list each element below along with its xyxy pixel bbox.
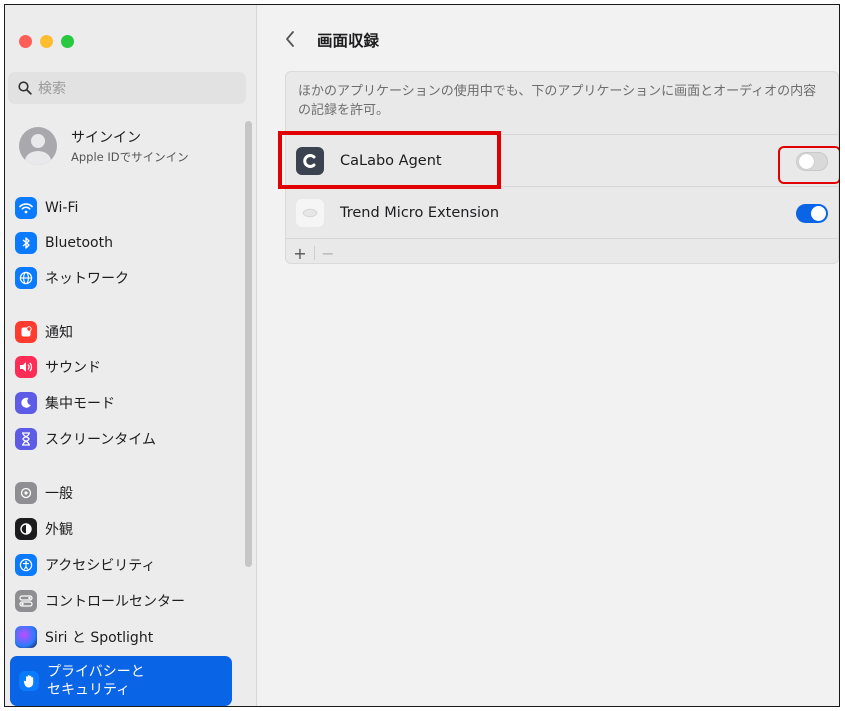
sidebar-item-notifications[interactable]: 通知 bbox=[15, 317, 237, 347]
search-icon bbox=[18, 81, 32, 95]
sidebar-item-label: 集中モード bbox=[45, 396, 115, 412]
account-name: サインイン bbox=[71, 130, 141, 146]
trend-micro-icon bbox=[296, 198, 324, 227]
sidebar-item-appearance[interactable]: 外観 bbox=[15, 514, 237, 544]
sidebar-item-label: 一般 bbox=[45, 486, 73, 502]
app-name: Trend Micro Extension bbox=[340, 204, 500, 221]
hourglass-icon bbox=[15, 428, 37, 450]
minimize-window-button[interactable] bbox=[40, 35, 53, 48]
sidebar-item-wifi[interactable]: Wi-Fi bbox=[15, 193, 237, 223]
sidebar-item-accessibility[interactable]: アクセシビリティ bbox=[15, 550, 237, 580]
control-center-icon bbox=[15, 590, 37, 612]
search-field[interactable]: 検索 bbox=[8, 72, 246, 104]
highlight-box-calabo-toggle bbox=[778, 146, 839, 184]
close-window-button[interactable] bbox=[19, 35, 32, 48]
remove-app-button[interactable]: − bbox=[315, 244, 341, 263]
sidebar-item-label: プライバシーと bbox=[47, 663, 145, 680]
avatar-icon bbox=[19, 127, 57, 165]
page-title: 画面収録 bbox=[317, 32, 380, 50]
search-placeholder: 検索 bbox=[38, 81, 66, 97]
siri-icon bbox=[15, 626, 37, 648]
trend-micro-toggle[interactable] bbox=[796, 204, 828, 223]
sidebar-item-privacy-security[interactable]: プライバシーと セキュリティ bbox=[10, 656, 232, 706]
add-remove-bar: + − bbox=[286, 241, 838, 263]
accessibility-icon bbox=[15, 554, 37, 576]
sidebar-item-screen-time[interactable]: スクリーンタイム bbox=[15, 424, 237, 454]
sidebar-item-network[interactable]: ネットワーク bbox=[15, 263, 237, 293]
sidebar-item-siri-spotlight[interactable]: Siri と Spotlight bbox=[15, 622, 237, 652]
sidebar-item-label: Wi-Fi bbox=[45, 200, 79, 216]
app-row-trend-micro: Trend Micro Extension bbox=[286, 187, 838, 239]
sidebar-item-label: サウンド bbox=[45, 360, 101, 376]
sidebar-item-label: コントロールセンター bbox=[45, 594, 185, 610]
hand-icon bbox=[19, 671, 39, 691]
sidebar-item-label: 外観 bbox=[45, 522, 73, 538]
gear-icon bbox=[15, 482, 37, 504]
add-app-button[interactable]: + bbox=[286, 244, 314, 263]
bluetooth-icon bbox=[15, 232, 37, 254]
chevron-left-icon[interactable] bbox=[283, 29, 297, 49]
sidebar-item-bluetooth[interactable]: Bluetooth bbox=[15, 228, 237, 258]
sidebar-scrollbar[interactable] bbox=[245, 121, 252, 567]
wifi-icon bbox=[15, 197, 37, 219]
settings-window: 検索 サインイン Apple IDでサインイン Wi-Fi Bluetooth bbox=[4, 4, 840, 707]
appearance-icon bbox=[15, 518, 37, 540]
account-subtitle: Apple IDでサインイン bbox=[71, 150, 189, 164]
sidebar-item-focus[interactable]: 集中モード bbox=[15, 388, 237, 418]
bell-icon bbox=[15, 321, 37, 343]
sidebar-item-label: スクリーンタイム bbox=[45, 432, 157, 448]
zoom-window-button[interactable] bbox=[61, 35, 74, 48]
sidebar-item-label: ネットワーク bbox=[45, 271, 129, 287]
account-signin[interactable]: サインイン Apple IDでサインイン bbox=[19, 127, 189, 165]
sidebar-item-label: アクセシビリティ bbox=[45, 558, 156, 574]
sidebar-item-sound[interactable]: サウンド bbox=[15, 352, 237, 382]
main-pane: 画面収録 ほかのアプリケーションの使用中でも、下のアプリケーションに画面とオーデ… bbox=[258, 5, 839, 706]
sidebar-item-general[interactable]: 一般 bbox=[15, 478, 237, 508]
sidebar-item-control-center[interactable]: コントロールセンター bbox=[15, 586, 237, 616]
sidebar-item-label: Bluetooth bbox=[45, 235, 113, 251]
sidebar-item-label: Siri と Spotlight bbox=[45, 630, 154, 646]
highlight-box-calabo-row bbox=[278, 131, 501, 189]
speaker-icon bbox=[15, 356, 37, 378]
moon-icon bbox=[15, 392, 37, 414]
globe-icon bbox=[15, 267, 37, 289]
sidebar-item-label: セキュリティ bbox=[47, 682, 131, 698]
sidebar-item-label: 通知 bbox=[45, 325, 73, 341]
window-controls bbox=[19, 35, 74, 48]
sidebar: 検索 サインイン Apple IDでサインイン Wi-Fi Bluetooth bbox=[5, 5, 257, 706]
permission-description: ほかのアプリケーションの使用中でも、下のアプリケーションに画面とオーディオの内容… bbox=[286, 72, 838, 135]
